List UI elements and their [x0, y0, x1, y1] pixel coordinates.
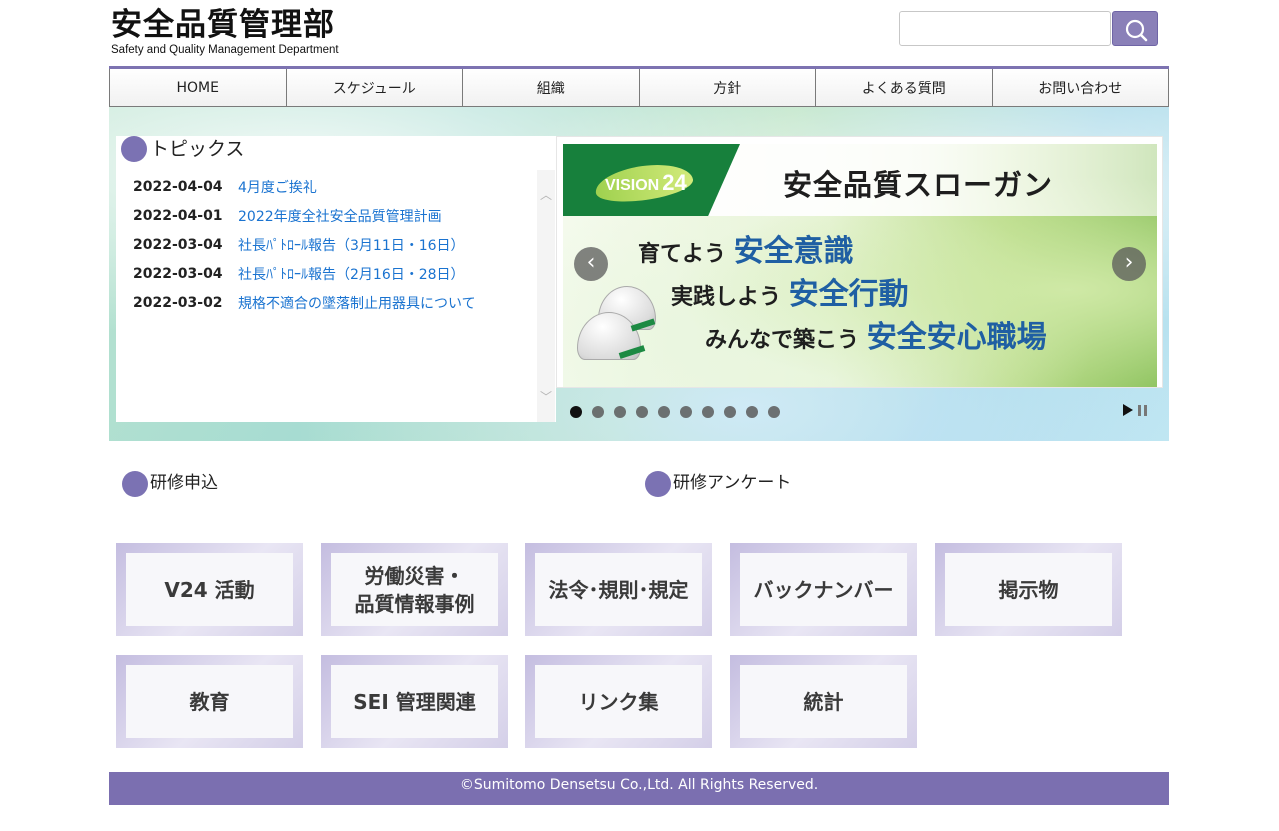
slide-dot[interactable] [614, 406, 626, 418]
vision-label: VISION 24 [605, 170, 687, 195]
news-link[interactable]: 4月度ご挨礼 [238, 177, 317, 197]
chevron-right-icon[interactable]: › [1112, 247, 1146, 281]
topics-panel: トピックス 2022-04-04 4月度ご挨礼 2022-04-01 2022年… [116, 136, 556, 422]
logo-title: 安全品質管理部 [111, 7, 335, 43]
hero-area: トピックス 2022-04-04 4月度ご挨礼 2022-04-01 2022年… [109, 107, 1169, 441]
training-apply-link[interactable]: 研修申込 [122, 471, 218, 497]
slide-dot[interactable] [592, 406, 604, 418]
tile-label: バックナンバー [740, 553, 907, 626]
slide-dot[interactable] [570, 406, 582, 418]
news-date: 2022-04-01 [133, 207, 223, 224]
tile-notices[interactable]: 掲示物 [935, 543, 1122, 636]
news-item: 2022-04-01 2022年度全社安全品質管理計画 [133, 201, 476, 230]
slide-dot[interactable] [636, 406, 648, 418]
search-icon [1125, 19, 1148, 42]
tile-v24-activity[interactable]: V24 活動 [116, 543, 303, 636]
bullet-circle-icon [121, 136, 147, 162]
search-button[interactable] [1112, 11, 1158, 46]
nav-policy[interactable]: 方針 [638, 69, 816, 107]
slide-dot[interactable] [724, 406, 736, 418]
news-link[interactable]: 社長ﾊﾟﾄﾛｰﾙ報告（2月16日・28日） [238, 264, 465, 284]
logo-subtitle: Safety and Quality Management Department [111, 44, 339, 56]
tile-label: 掲示物 [945, 553, 1112, 626]
tile-label: 統計 [740, 665, 907, 738]
slide-dot[interactable] [680, 406, 692, 418]
nav-contact[interactable]: お問い合わせ [991, 69, 1169, 107]
topics-header: トピックス [121, 136, 244, 162]
slide-dot[interactable] [702, 406, 714, 418]
news-link[interactable]: 社長ﾊﾟﾄﾛｰﾙ報告（3月11日・16日） [238, 235, 465, 255]
news-link[interactable]: 2022年度全社安全品質管理計画 [238, 206, 442, 226]
slide-dot[interactable] [768, 406, 780, 418]
topics-title: トピックス [150, 138, 245, 160]
news-date: 2022-03-04 [133, 236, 223, 253]
play-icon[interactable] [1123, 404, 1133, 416]
training-survey-title: 研修アンケート [673, 473, 792, 493]
scroll-down-icon[interactable]: ﹀ [537, 388, 555, 405]
nav-home[interactable]: HOME [109, 69, 287, 107]
tile-back-numbers[interactable]: バックナンバー [730, 543, 917, 636]
bullet-circle-icon [645, 471, 671, 497]
tile-regulations[interactable]: 法令･規則･規定 [525, 543, 712, 636]
slogan-line: 育てよう 安全意識 [638, 234, 854, 269]
pause-icon[interactable] [1138, 405, 1148, 416]
tile-education[interactable]: 教育 [116, 655, 303, 748]
site-header: 安全品質管理部 Safety and Quality Management De… [109, 0, 1169, 66]
training-survey-link[interactable]: 研修アンケート [645, 471, 791, 497]
banner-slider: VISION 24 安全品質スローガン 育てよう 安全意識 実践しよう 安全行動 … [556, 136, 1163, 422]
slogan-slide[interactable]: VISION 24 安全品質スローガン 育てよう 安全意識 実践しよう 安全行動 … [563, 144, 1157, 387]
tile-statistics[interactable]: 統計 [730, 655, 917, 748]
nav-organization[interactable]: 組織 [462, 69, 640, 107]
nav-schedule[interactable]: スケジュール [285, 69, 463, 107]
slide-dot[interactable] [746, 406, 758, 418]
tile-sei-management[interactable]: SEI 管理関連 [321, 655, 508, 748]
tile-links[interactable]: リンク集 [525, 655, 712, 748]
slider-pagination [570, 406, 790, 418]
news-item: 2022-03-04 社長ﾊﾟﾄﾛｰﾙ報告（2月16日・28日） [133, 260, 476, 289]
news-item: 2022-03-02 規格不適合の墜落制止用器具について [133, 289, 476, 318]
tile-label: 労働災害・ 品質情報事例 [331, 553, 498, 626]
chevron-left-icon[interactable]: ‹ [574, 247, 608, 281]
news-link[interactable]: 規格不適合の墜落制止用器具について [238, 293, 476, 313]
tile-label: 法令･規則･規定 [535, 553, 702, 626]
news-item: 2022-04-04 4月度ご挨礼 [133, 172, 476, 201]
slogan-line: みんなで築こう 安全安心職場 [705, 320, 1047, 355]
tile-label: リンク集 [535, 665, 702, 738]
bullet-circle-icon [122, 471, 148, 497]
news-list: 2022-04-04 4月度ご挨礼 2022-04-01 2022年度全社安全品… [133, 172, 476, 318]
tile-label: V24 活動 [126, 553, 293, 626]
slide-dot[interactable] [658, 406, 670, 418]
site-logo[interactable]: 安全品質管理部 Safety and Quality Management De… [111, 8, 339, 57]
news-date: 2022-03-02 [133, 295, 223, 312]
tile-label: 教育 [126, 665, 293, 738]
copyright-text: ©Sumitomo Densetsu Co.,Ltd. All Rights R… [459, 777, 819, 793]
site-footer: ©Sumitomo Densetsu Co.,Ltd. All Rights R… [109, 772, 1169, 805]
topics-scrollbar[interactable]: ︿ ﹀ [537, 170, 555, 422]
search-input[interactable] [899, 11, 1111, 46]
scroll-up-icon[interactable]: ︿ [537, 186, 555, 203]
nav-faq[interactable]: よくある質問 [815, 69, 993, 107]
main-nav: HOME スケジュール 組織 方針 よくある質問 お問い合わせ [109, 66, 1169, 107]
slogan-line: 実践しよう 安全行動 [671, 277, 909, 312]
training-apply-title: 研修申込 [150, 473, 218, 493]
news-item: 2022-03-04 社長ﾊﾟﾄﾛｰﾙ報告（3月11日・16日） [133, 230, 476, 259]
news-date: 2022-04-04 [133, 178, 223, 195]
tile-label: SEI 管理関連 [331, 665, 498, 738]
tile-accident-cases[interactable]: 労働災害・ 品質情報事例 [321, 543, 508, 636]
news-date: 2022-03-04 [133, 266, 223, 283]
slide-frame: VISION 24 安全品質スローガン 育てよう 安全意識 実践しよう 安全行動 … [556, 136, 1163, 388]
slide-title: 安全品質スローガン [783, 168, 1054, 202]
